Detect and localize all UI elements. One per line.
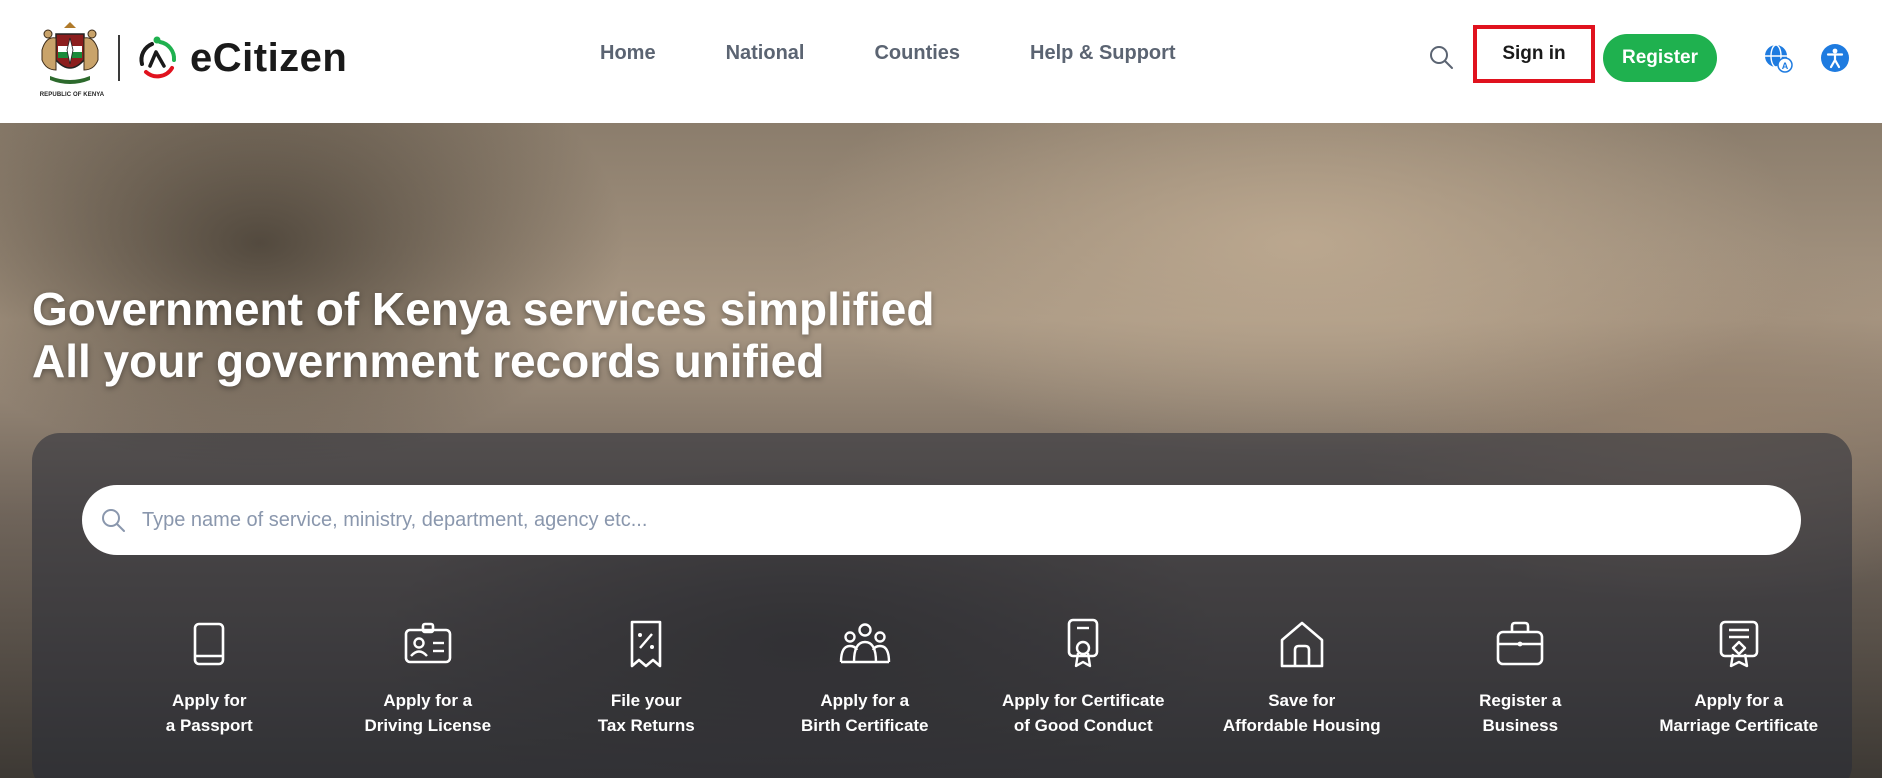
briefcase-icon <box>1496 621 1544 666</box>
family-icon <box>839 623 890 664</box>
service-tax-returns[interactable]: File your Tax Returns <box>537 618 756 738</box>
passport-icon <box>193 622 225 666</box>
service-label-line-1: Apply for <box>171 691 247 710</box>
certificate-badge-icon <box>1067 618 1099 668</box>
nav-national[interactable]: National <box>726 42 805 65</box>
receipt-percent-icon <box>630 620 662 668</box>
services-panel: Apply for a Passport Apply for a Driving… <box>32 433 1852 778</box>
register-button[interactable]: Register <box>1603 34 1717 82</box>
hero-line-1: Government of Kenya services simplified <box>32 283 935 335</box>
language-icon[interactable]: A <box>1763 43 1793 73</box>
logo[interactable]: REPUBLIC OF KENYA eCitizen <box>36 20 348 98</box>
ecitizen-mark-icon <box>134 34 180 82</box>
service-good-conduct[interactable]: Apply for Certificate of Good Conduct <box>974 618 1193 738</box>
service-label-line-1: Register a <box>1479 691 1562 710</box>
service-label-line-1: Apply for a <box>820 691 910 710</box>
nav-home[interactable]: Home <box>600 42 656 65</box>
accessibility-icon[interactable] <box>1820 43 1850 73</box>
service-register-business[interactable]: Register a Business <box>1411 618 1630 738</box>
service-label-line-2: Birth Certificate <box>800 716 929 735</box>
hero-section: Government of Kenya services simplified … <box>0 123 1882 778</box>
service-label-line-2: Marriage Certificate <box>1659 716 1819 735</box>
service-search-bar[interactable] <box>82 485 1801 555</box>
coat-of-arms-caption: REPUBLIC OF KENYA <box>39 92 105 98</box>
service-label-line-2: Business <box>1482 716 1559 735</box>
service-search-input[interactable] <box>140 507 1801 533</box>
service-passport[interactable]: Apply for a Passport <box>100 618 319 738</box>
service-marriage-certificate[interactable]: Apply for a Marriage Certificate <box>1630 618 1849 738</box>
service-driving-license[interactable]: Apply for a Driving License <box>319 618 538 738</box>
marriage-certificate-icon <box>1719 620 1759 668</box>
svg-text:A: A <box>1782 61 1789 71</box>
service-label-line-2: Tax Returns <box>597 716 695 735</box>
id-card-icon <box>404 622 452 664</box>
search-icon[interactable] <box>1428 44 1454 70</box>
service-label-line-1: Save for <box>1268 691 1336 710</box>
main-nav: Home National Counties Help & Support <box>600 42 1246 65</box>
service-birth-certificate[interactable]: Apply for a Birth Certificate <box>756 618 975 738</box>
quick-services: Apply for a Passport Apply for a Driving… <box>32 618 1852 738</box>
hero-title: Government of Kenya services simplified … <box>32 283 934 387</box>
coat-of-arms-icon: REPUBLIC OF KENYA <box>36 20 104 98</box>
service-label-line-1: Apply for a <box>383 691 473 710</box>
hero-line-2: All your government records unified <box>32 335 825 387</box>
logo-divider <box>118 35 120 81</box>
sign-in-button[interactable]: Sign in <box>1473 25 1595 83</box>
service-label-line-2: Driving License <box>364 716 492 735</box>
service-label-line-2: a Passport <box>165 716 253 735</box>
house-icon <box>1280 621 1324 668</box>
brand-name: eCitizen <box>190 35 348 80</box>
service-label-line-1: File your <box>610 691 682 710</box>
search-bar-icon <box>102 509 125 532</box>
nav-help-support[interactable]: Help & Support <box>1030 42 1176 65</box>
service-label-line-1: Apply for a <box>1694 691 1784 710</box>
service-label-line-2: of Good Conduct <box>1013 716 1153 735</box>
header: REPUBLIC OF KENYA eCitizen Home National… <box>0 0 1882 123</box>
service-affordable-housing[interactable]: Save for Affordable Housing <box>1193 618 1412 738</box>
service-label-line-1: Apply for Certificate <box>1002 691 1165 710</box>
nav-counties[interactable]: Counties <box>874 42 960 65</box>
service-label-line-2: Affordable Housing <box>1222 716 1381 735</box>
